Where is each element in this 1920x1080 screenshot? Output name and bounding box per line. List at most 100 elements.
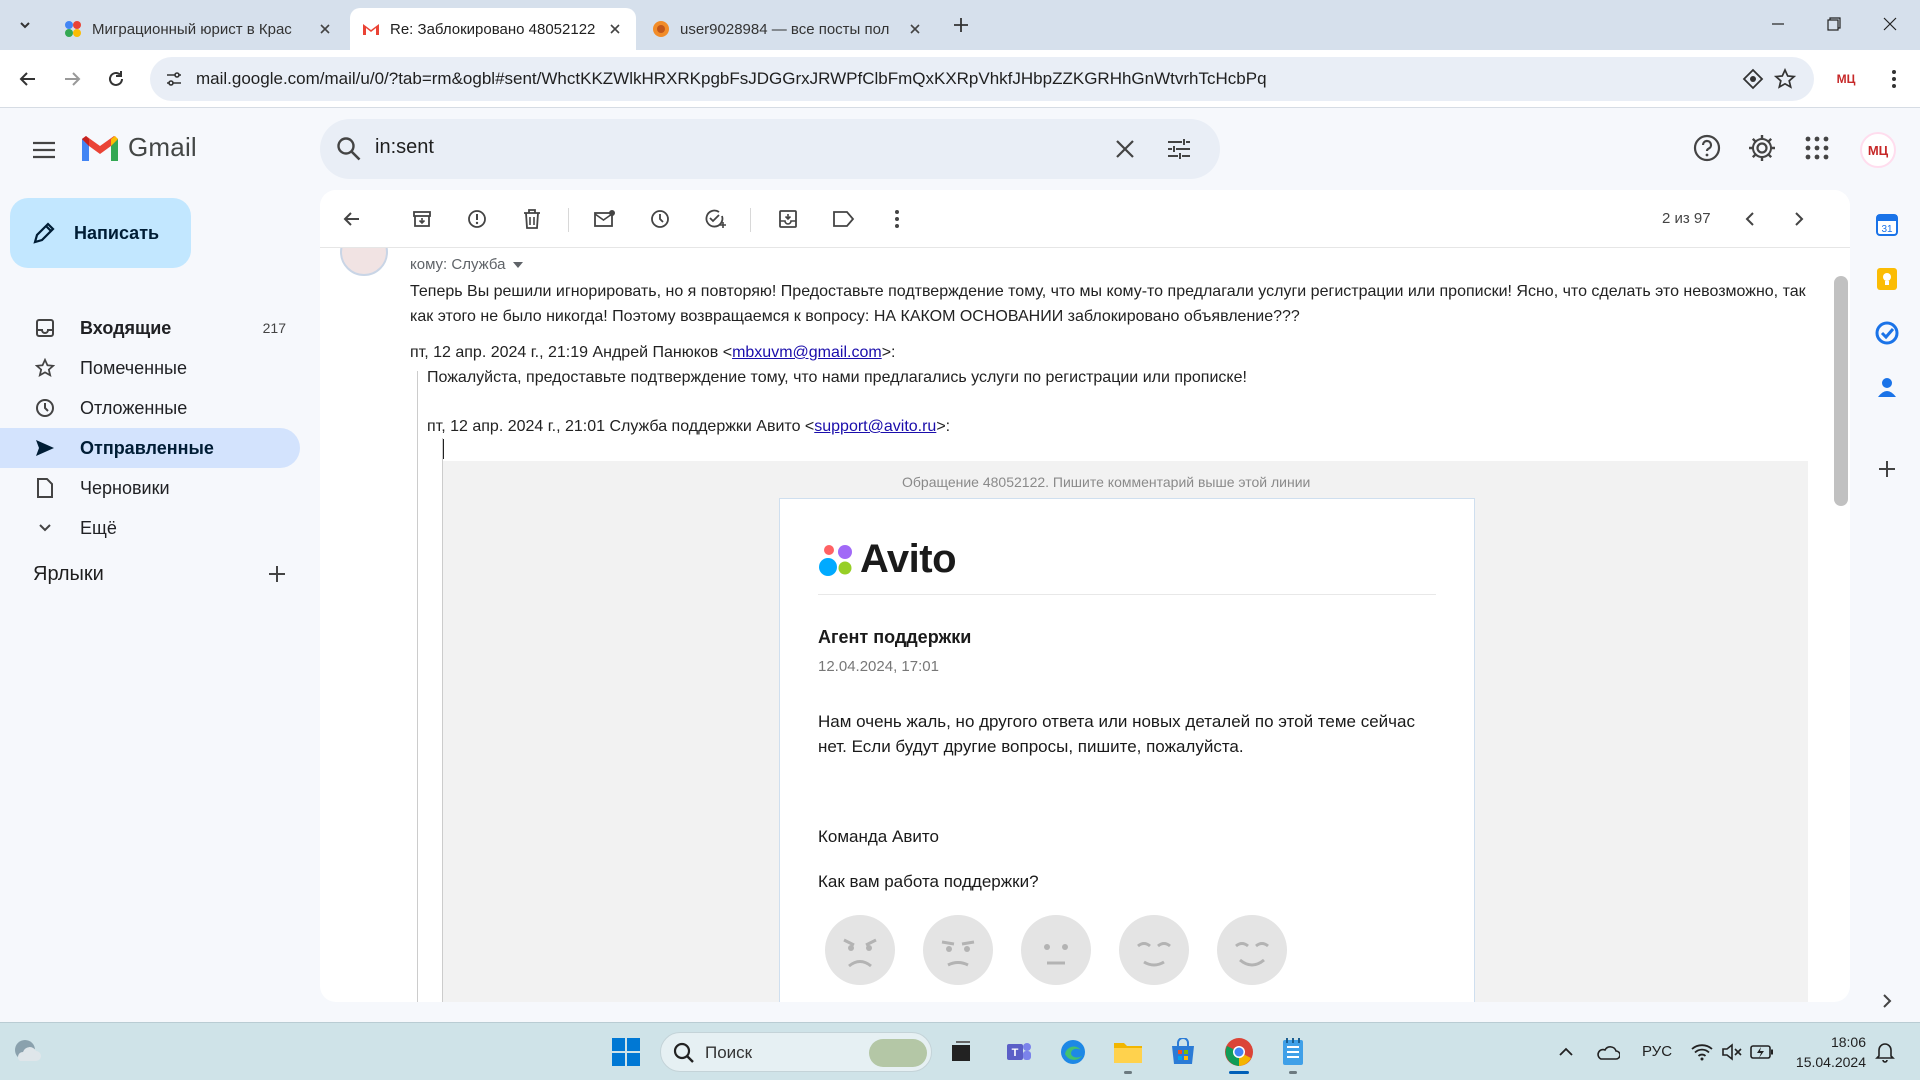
mark-unread-icon[interactable] xyxy=(593,207,617,231)
sidebar-item-snoozed[interactable]: Отложенные xyxy=(0,388,300,428)
toolbar-divider xyxy=(568,208,569,232)
task-view-icon[interactable] xyxy=(944,1035,978,1069)
file-explorer-icon[interactable] xyxy=(1111,1035,1145,1069)
minimize-window-button[interactable] xyxy=(1750,0,1806,48)
weather-widget-icon[interactable] xyxy=(10,1035,44,1069)
taskbar-search[interactable]: Поиск xyxy=(660,1032,932,1072)
message-scrollbar[interactable] xyxy=(1834,276,1848,506)
rating-happy-face-icon[interactable] xyxy=(1216,914,1288,986)
onedrive-cloud-icon[interactable] xyxy=(1591,1035,1625,1069)
google-apps-icon[interactable] xyxy=(1800,131,1834,165)
add-label-icon[interactable] xyxy=(266,563,288,585)
rating-displeased-face-icon[interactable] xyxy=(922,914,994,986)
edge-browser-icon[interactable] xyxy=(1056,1035,1090,1069)
gmail-logo-text: Gmail xyxy=(128,132,197,162)
add-to-tasks-icon[interactable] xyxy=(703,207,727,231)
expand-panel-chevron-icon[interactable] xyxy=(1872,986,1902,1016)
restore-window-button[interactable] xyxy=(1806,0,1862,48)
browser-tab[interactable]: Миграционный юрист в Крас xyxy=(52,8,346,50)
browser-toolbar: mail.google.com/mail/u/0/?tab=rm&ogbl#se… xyxy=(0,50,1920,108)
caret-down-icon[interactable] xyxy=(513,261,524,268)
sender-email-link[interactable]: mbxuvm@gmail.com xyxy=(732,344,882,361)
search-icon xyxy=(673,1042,694,1063)
sidebar-item-inbox[interactable]: Входящие 217 xyxy=(0,308,300,348)
gmail-favicon-icon xyxy=(363,24,379,35)
label-tag-icon[interactable] xyxy=(832,207,856,231)
inbox-unread-count: 217 xyxy=(262,320,286,336)
browser-profile-avatar[interactable]: МЦ xyxy=(1832,65,1860,93)
clock-date: 15.04.2024 xyxy=(1795,1054,1866,1070)
browser-tab[interactable]: user9028984 — все посты пол xyxy=(640,8,936,50)
extension-icon[interactable] xyxy=(1742,68,1764,90)
pagination-text: 2 из 97 xyxy=(1662,210,1711,227)
google-sites-favicon-icon xyxy=(65,21,81,37)
sidebar-item-drafts[interactable]: Черновики xyxy=(0,468,300,508)
contacts-icon[interactable] xyxy=(1872,372,1902,402)
gmail-logo[interactable]: Gmail xyxy=(80,132,197,163)
draft-file-icon xyxy=(34,477,56,499)
notifications-bell-icon[interactable] xyxy=(1868,1035,1902,1069)
help-icon[interactable] xyxy=(1690,131,1724,165)
main-menu-icon[interactable] xyxy=(28,134,60,166)
tab-close-icon[interactable] xyxy=(606,20,624,38)
quote-header: пт, 12 апр. 2024 г., 21:19 Андрей Панюко… xyxy=(410,344,895,362)
forward-button[interactable] xyxy=(56,63,88,95)
wifi-icon[interactable] xyxy=(1685,1035,1719,1069)
notepad-icon[interactable] xyxy=(1276,1035,1310,1069)
rating-angry-face-icon[interactable] xyxy=(824,914,896,986)
back-to-list-icon[interactable] xyxy=(340,207,364,231)
report-spam-icon[interactable] xyxy=(465,207,489,231)
move-to-icon[interactable] xyxy=(776,207,800,231)
tab-search-button[interactable] xyxy=(10,10,40,40)
ticket-note: Обращение 48052122. Пишите комментарий в… xyxy=(902,474,1311,490)
archive-icon[interactable] xyxy=(410,207,434,231)
older-chevron-right-icon[interactable] xyxy=(1787,207,1811,231)
teams-icon[interactable]: T xyxy=(1002,1035,1036,1069)
browser-tab-active[interactable]: Re: Заблокировано 48052122 - xyxy=(350,8,636,50)
input-language[interactable]: РУС xyxy=(1642,1043,1672,1060)
compose-button[interactable]: Написать xyxy=(10,198,191,268)
calendar-icon[interactable]: 31 xyxy=(1872,210,1902,240)
tab-close-icon[interactable] xyxy=(906,20,924,38)
battery-charging-icon[interactable] xyxy=(1745,1035,1779,1069)
site-settings-icon[interactable] xyxy=(160,65,188,93)
delete-trash-icon[interactable] xyxy=(520,207,544,231)
rating-content-face-icon[interactable] xyxy=(1118,914,1190,986)
sidebar-item-sent[interactable]: Отправленные xyxy=(0,428,300,468)
tab-close-icon[interactable] xyxy=(316,20,334,38)
settings-gear-icon[interactable] xyxy=(1745,131,1779,165)
new-tab-button[interactable] xyxy=(946,10,976,40)
snooze-clock-icon[interactable] xyxy=(648,207,672,231)
show-hidden-icons-chevron-icon[interactable] xyxy=(1549,1035,1583,1069)
browser-menu-icon[interactable] xyxy=(1880,65,1908,93)
tasks-icon[interactable] xyxy=(1872,318,1902,348)
chrome-browser-icon[interactable] xyxy=(1222,1035,1256,1069)
back-button[interactable] xyxy=(12,63,44,95)
support-email-link[interactable]: support@avito.ru xyxy=(814,418,936,435)
tab-title: Re: Заблокировано 48052122 - xyxy=(390,20,598,38)
newer-chevron-left-icon[interactable] xyxy=(1738,207,1762,231)
more-options-icon[interactable] xyxy=(885,207,909,231)
team-signature: Команда Авито xyxy=(818,827,939,846)
chevron-down-icon xyxy=(34,517,56,539)
start-windows-icon[interactable] xyxy=(609,1035,643,1069)
recipients-line[interactable]: кому: Служба xyxy=(410,256,524,273)
mail-search-bar[interactable]: in:sent xyxy=(320,119,1220,179)
keep-notes-icon[interactable] xyxy=(1872,264,1902,294)
system-clock[interactable]: 18:06 15.04.2024 xyxy=(1786,1032,1866,1072)
search-options-icon[interactable] xyxy=(1166,136,1192,162)
search-input[interactable]: in:sent xyxy=(375,136,434,159)
microsoft-store-icon[interactable] xyxy=(1166,1035,1200,1069)
close-window-button[interactable] xyxy=(1862,0,1918,48)
sidebar-item-starred[interactable]: Помеченные xyxy=(0,348,300,388)
search-icon[interactable] xyxy=(336,136,362,162)
address-bar[interactable]: mail.google.com/mail/u/0/?tab=rm&ogbl#se… xyxy=(150,57,1814,101)
reload-button[interactable] xyxy=(100,63,132,95)
add-addon-icon[interactable] xyxy=(1872,454,1902,484)
sidebar-item-more[interactable]: Ещё xyxy=(0,508,300,548)
bookmark-star-icon[interactable] xyxy=(1774,68,1796,90)
clear-search-icon[interactable] xyxy=(1112,136,1138,162)
account-avatar[interactable]: МЦ xyxy=(1860,132,1896,168)
volume-muted-icon[interactable] xyxy=(1715,1035,1749,1069)
rating-neutral-face-icon[interactable] xyxy=(1020,914,1092,986)
